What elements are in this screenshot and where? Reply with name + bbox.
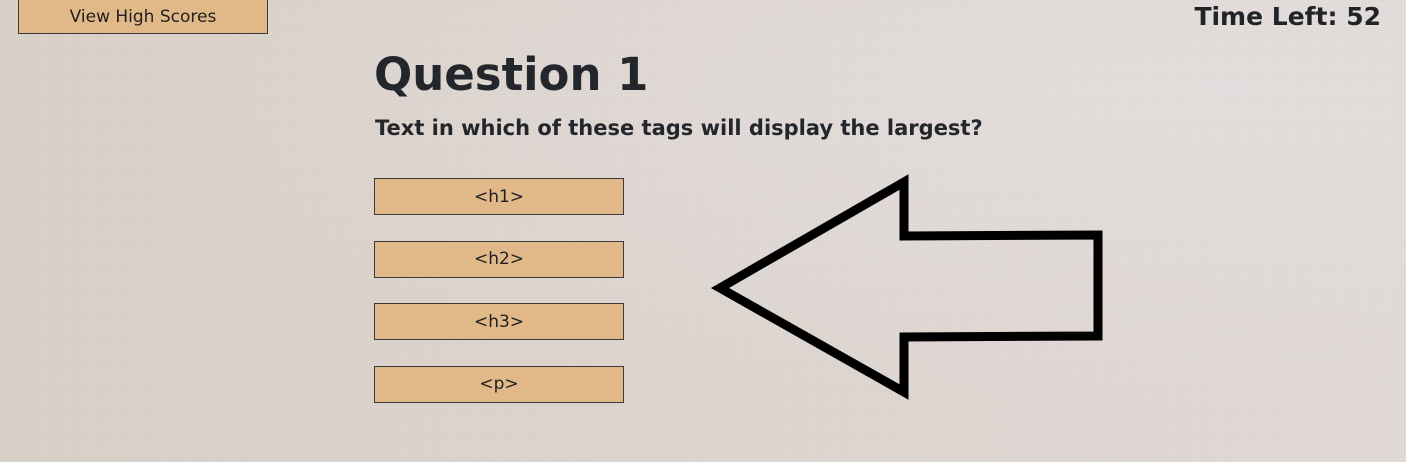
view-high-scores-button[interactable]: View High Scores bbox=[18, 0, 268, 34]
answer-list: <h1> <h2> <h3> <p> bbox=[374, 178, 624, 428]
arrow-shape bbox=[710, 174, 1103, 400]
timer-label: Time Left: bbox=[1194, 2, 1338, 31]
timer: Time Left: 52 bbox=[1194, 2, 1381, 31]
question-title: Question 1 bbox=[374, 48, 649, 101]
answer-button-h2[interactable]: <h2> bbox=[374, 240, 624, 278]
answer-button-p[interactable]: <p> bbox=[374, 365, 624, 403]
timer-value: 52 bbox=[1346, 2, 1381, 31]
answer-button-h3[interactable]: <h3> bbox=[374, 303, 624, 340]
left-arrow-outline-icon bbox=[710, 174, 1103, 400]
answer-button-h1[interactable]: <h1> bbox=[374, 178, 624, 215]
question-text: Text in which of these tags will display… bbox=[375, 116, 983, 140]
